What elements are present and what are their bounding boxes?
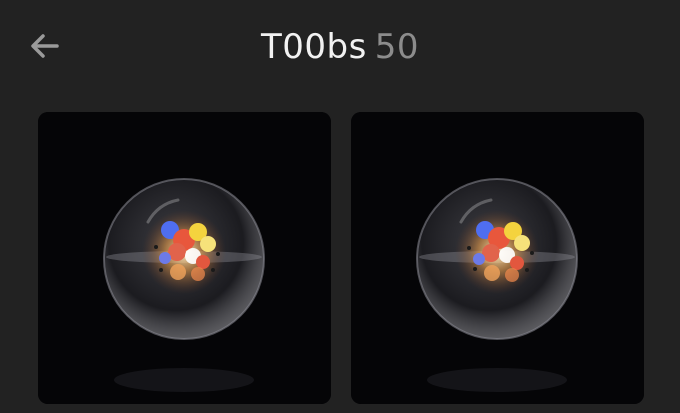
page-title: T00bs 50 (0, 26, 680, 68)
glass-sphere-thumbnail (351, 112, 644, 404)
glass-sphere-thumbnail (38, 112, 331, 404)
thumbnail-grid (38, 112, 644, 413)
thumbnail-card[interactable] (351, 112, 644, 404)
thumbnail-card[interactable] (38, 112, 331, 404)
app-screen: T00bs 50 (0, 0, 680, 413)
header-bar: T00bs 50 (0, 0, 680, 92)
title-text: T00bs (260, 27, 367, 67)
item-count: 50 (374, 27, 420, 67)
